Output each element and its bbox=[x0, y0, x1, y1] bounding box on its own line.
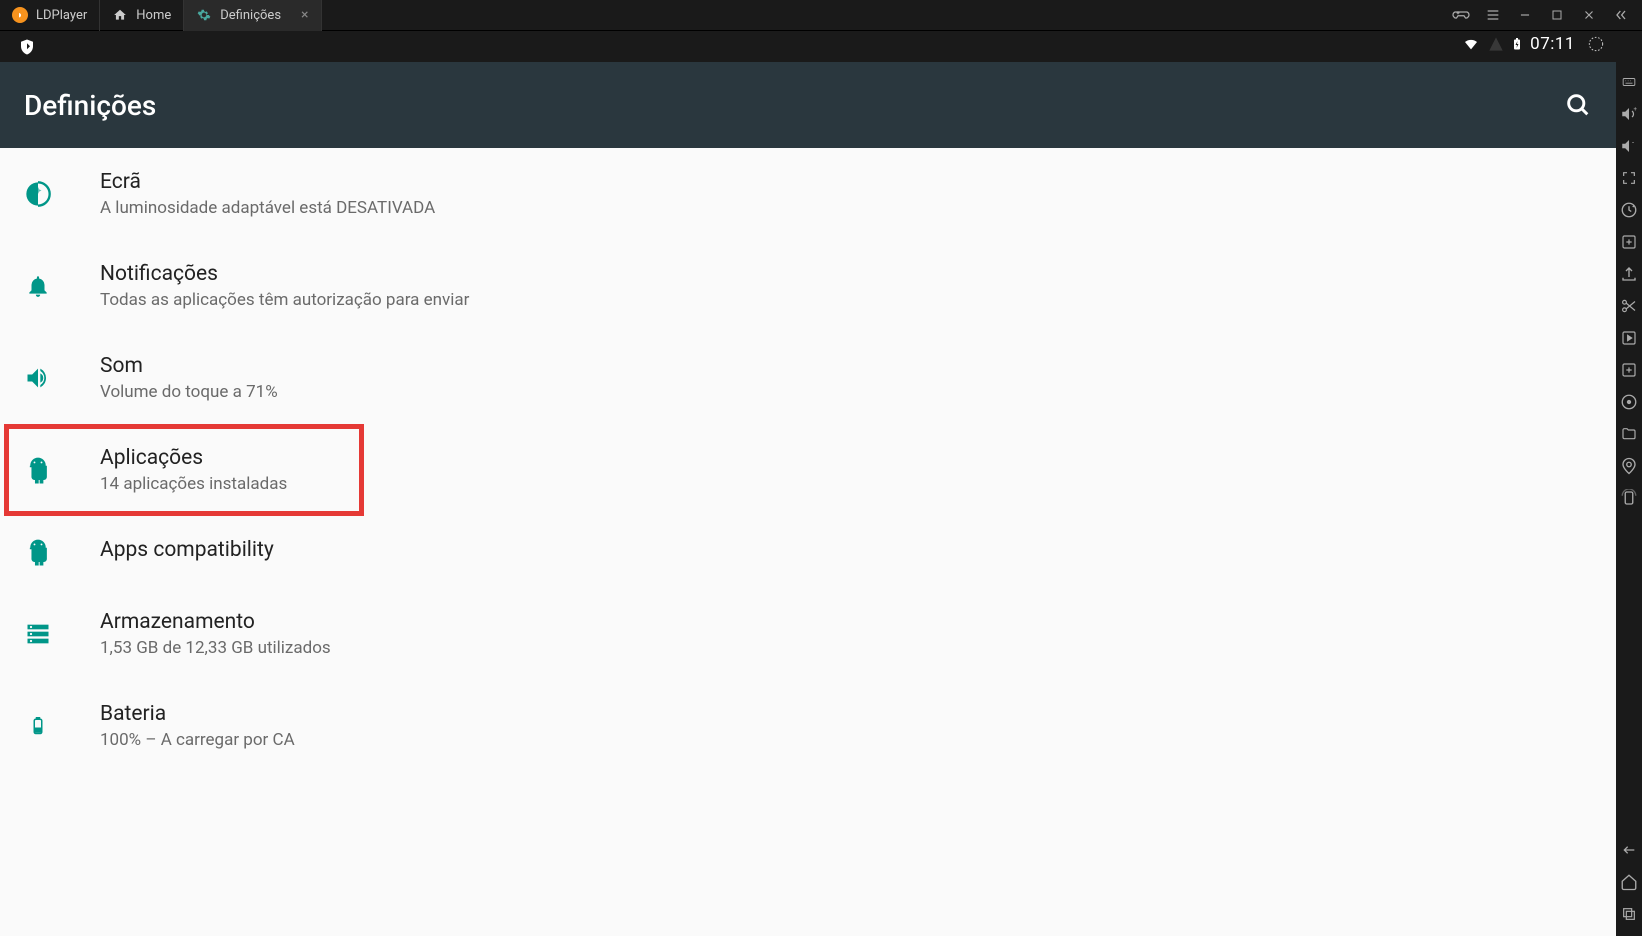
item-title: Ecrã bbox=[100, 170, 1592, 194]
gamepad-icon[interactable] bbox=[1452, 6, 1470, 24]
recent-nav-icon[interactable] bbox=[1619, 904, 1639, 924]
settings-item-apps[interactable]: Aplicações 14 aplicações instaladas bbox=[0, 424, 1616, 516]
settings-item-display[interactable]: Ecrã A luminosidade adaptável está DESAT… bbox=[0, 148, 1616, 240]
wifi-icon bbox=[1461, 36, 1481, 52]
folder-icon[interactable] bbox=[1619, 424, 1639, 444]
scissors-icon[interactable] bbox=[1619, 296, 1639, 316]
maximize-icon[interactable] bbox=[1548, 6, 1566, 24]
item-title: Bateria bbox=[100, 702, 1592, 726]
window-controls bbox=[1452, 6, 1642, 24]
svg-text:+: + bbox=[1634, 106, 1638, 113]
settings-item-sound[interactable]: Som Volume do toque a 71% bbox=[0, 332, 1616, 424]
upload-icon[interactable] bbox=[1619, 264, 1639, 284]
signal-off-icon bbox=[1488, 36, 1504, 52]
square-plus-icon[interactable] bbox=[1619, 360, 1639, 380]
item-title: Apps compatibility bbox=[100, 538, 1592, 562]
clock-icon[interactable] bbox=[1619, 200, 1639, 220]
bell-icon bbox=[24, 272, 52, 300]
shield-icon[interactable] bbox=[18, 37, 36, 57]
tab-label: Definições bbox=[220, 8, 281, 23]
tab-close-icon[interactable]: × bbox=[301, 7, 308, 23]
svg-text:-: - bbox=[1632, 138, 1634, 147]
home-nav-icon[interactable] bbox=[1619, 872, 1639, 892]
battery-charging-icon bbox=[1511, 34, 1523, 54]
home-icon bbox=[112, 7, 128, 23]
volume-up-icon[interactable]: + bbox=[1619, 104, 1639, 124]
rotate-icon[interactable] bbox=[1619, 488, 1639, 508]
item-subtitle: 14 aplicações instaladas bbox=[100, 474, 1592, 494]
item-subtitle: 100% – A carregar por CA bbox=[100, 730, 1592, 750]
ldplayer-logo-icon: ◗ bbox=[12, 7, 28, 23]
settings-item-battery[interactable]: Bateria 100% – A carregar por CA bbox=[0, 680, 1616, 772]
fullscreen-icon[interactable] bbox=[1619, 168, 1639, 188]
item-subtitle: A luminosidade adaptável está DESATIVADA bbox=[100, 198, 1592, 218]
status-time: 07:11 bbox=[1530, 34, 1575, 54]
settings-gear-icon bbox=[196, 7, 212, 23]
item-title: Notificações bbox=[100, 262, 1592, 286]
settings-item-apps-compat[interactable]: Apps compatibility bbox=[0, 516, 1616, 588]
item-subtitle: 1,53 GB de 12,33 GB utilizados bbox=[100, 638, 1592, 658]
item-title: Aplicações bbox=[100, 446, 1592, 470]
secondary-bar bbox=[0, 31, 1642, 62]
display-icon bbox=[24, 180, 52, 208]
plus-square-icon[interactable] bbox=[1619, 232, 1639, 252]
keyboard-icon[interactable] bbox=[1619, 72, 1639, 92]
tab-home[interactable]: Home bbox=[100, 0, 184, 31]
item-subtitle: Volume do toque a 71% bbox=[100, 382, 1592, 402]
status-gear-icon[interactable] bbox=[1586, 34, 1606, 54]
app-bar: Definições bbox=[0, 62, 1616, 148]
close-icon[interactable] bbox=[1580, 6, 1598, 24]
settings-item-storage[interactable]: Armazenamento 1,53 GB de 12,33 GB utiliz… bbox=[0, 588, 1616, 680]
android-pane: 07:11 Definições Ecrã A luminosidade bbox=[0, 62, 1616, 936]
back-nav-icon[interactable] bbox=[1619, 840, 1639, 860]
tab-label: LDPlayer bbox=[36, 8, 87, 23]
storage-icon bbox=[24, 620, 52, 648]
minimize-icon[interactable] bbox=[1516, 6, 1534, 24]
volume-icon bbox=[24, 364, 52, 392]
tab-ldplayer[interactable]: ◗ LDPlayer bbox=[0, 0, 100, 31]
play-square-icon[interactable] bbox=[1619, 328, 1639, 348]
settings-list: Ecrã A luminosidade adaptável está DESAT… bbox=[0, 148, 1616, 936]
menu-icon[interactable] bbox=[1484, 6, 1502, 24]
ldplayer-sidebar: + - bbox=[1616, 62, 1642, 936]
item-title: Som bbox=[100, 354, 1592, 378]
android-icon bbox=[24, 538, 52, 566]
page-title: Definições bbox=[24, 89, 156, 122]
search-icon[interactable] bbox=[1564, 91, 1592, 119]
location-icon[interactable] bbox=[1619, 456, 1639, 476]
settings-item-notifications[interactable]: Notificações Todas as aplicações têm aut… bbox=[0, 240, 1616, 332]
tab-definicoes[interactable]: Definições × bbox=[184, 0, 321, 31]
item-title: Armazenamento bbox=[100, 610, 1592, 634]
titlebar: ◗ LDPlayer Home Definições × bbox=[0, 0, 1642, 31]
disc-icon[interactable] bbox=[1619, 392, 1639, 412]
volume-down-icon[interactable]: - bbox=[1619, 136, 1639, 156]
tab-label: Home bbox=[136, 8, 171, 23]
battery-icon bbox=[24, 712, 52, 740]
item-subtitle: Todas as aplicações têm autorização para… bbox=[100, 290, 1592, 310]
collapse-icon[interactable] bbox=[1612, 6, 1630, 24]
android-icon bbox=[24, 456, 52, 484]
